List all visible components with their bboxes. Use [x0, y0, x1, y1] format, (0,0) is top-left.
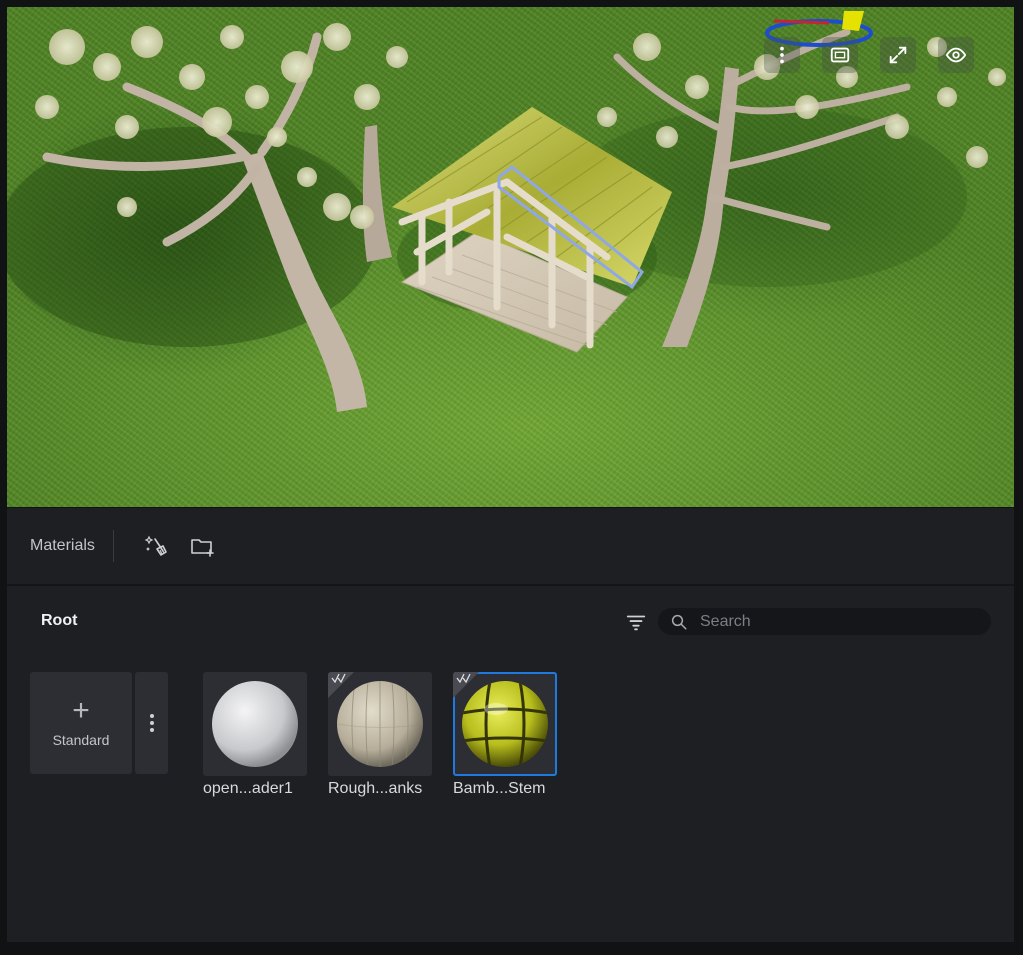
visibility-eye-icon[interactable]: [938, 37, 974, 73]
maximize-icon[interactable]: [880, 37, 916, 73]
breadcrumb-root[interactable]: Root: [41, 612, 77, 630]
link-badge-icon: [331, 673, 346, 683]
material-name: Rough...anks: [328, 780, 423, 797]
panel-header: Materials: [7, 508, 1014, 586]
new-material-options-button[interactable]: [135, 672, 168, 774]
material-card[interactable]: Rough...anks: [328, 672, 432, 798]
more-options-icon[interactable]: [764, 37, 800, 73]
search-icon: [671, 614, 687, 629]
bottom-edge: [0, 942, 1023, 955]
scene-viewport[interactable]: [7, 7, 1014, 507]
search-input[interactable]: [700, 612, 980, 631]
camera-frame-icon[interactable]: [822, 37, 858, 73]
materials-grid: + Standard open...ader1 Rough...anks Bam…: [7, 656, 1014, 856]
viewport-toolbar: [764, 37, 974, 73]
search-field[interactable]: [658, 608, 991, 635]
divider: [112, 530, 114, 562]
material-preview: [328, 672, 432, 776]
material-name: open...ader1: [203, 780, 293, 797]
new-folder-icon[interactable]: [184, 528, 220, 564]
kebab-menu-icon: [149, 714, 154, 732]
materials-panel: Materials Root Search + Standard open...…: [7, 508, 1014, 942]
link-badge-icon: [456, 673, 471, 683]
scene-render: [7, 23, 1006, 412]
material-name: Bamb...Stem: [453, 780, 546, 797]
new-standard-material-button[interactable]: + Standard: [30, 672, 132, 774]
material-card-selected[interactable]: Bamb...Stem: [453, 672, 557, 798]
browser-toolbar: Root: [7, 586, 1014, 656]
material-preview: [453, 672, 557, 776]
white-sphere-icon: [212, 681, 298, 767]
new-material-label: Standard: [52, 732, 110, 748]
magic-clean-icon[interactable]: [138, 528, 174, 564]
filter-icon[interactable]: [623, 610, 649, 634]
material-preview: [203, 672, 307, 776]
plus-icon: +: [72, 694, 90, 727]
panel-title: Materials: [30, 537, 95, 554]
material-card[interactable]: open...ader1: [203, 672, 307, 798]
